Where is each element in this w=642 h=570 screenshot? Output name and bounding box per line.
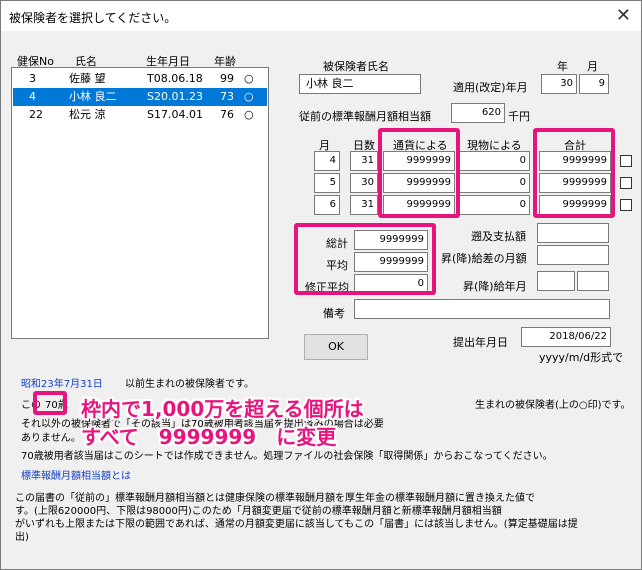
prev-amount-unit: 千円	[508, 110, 530, 123]
submit-date-field[interactable]: 2018/06/22	[521, 327, 611, 347]
highlight-frame-totals	[294, 223, 436, 295]
apply-month-field[interactable]: 9	[579, 74, 609, 94]
row-checkbox-6[interactable]	[620, 199, 632, 211]
submit-date-label: 提出年月日	[453, 336, 508, 349]
pay-diff-label: 昇(降)給差の月額	[441, 252, 527, 265]
marker-circle-icon: ○	[244, 72, 254, 85]
year-label: 年	[557, 60, 568, 73]
dialog-window: 被保険者を選択してください。 ✕ 健保No 氏名 生年月日 年齢 3 佐藤 望 …	[0, 0, 642, 570]
note-heading: 標準報酬月額相当額とは	[21, 471, 131, 482]
annotation-line-2: すべて 9999999 に変更	[81, 425, 337, 449]
apply-year-field[interactable]: 30	[541, 74, 577, 94]
list-item[interactable]: 22 松元 涼 S17.04.01 76 ○	[13, 106, 267, 124]
prev-amount-label: 従前の標準報酬月額相当額	[299, 110, 431, 123]
list-item-selected[interactable]: 4 小林 良二 S20.01.23 73 ○	[13, 88, 267, 106]
remarks-label: 備考	[323, 307, 345, 320]
note-line-2-right: 生まれの被保険者(上の○印)です。	[475, 400, 631, 411]
insured-name-label: 被保険者氏名	[323, 60, 389, 73]
date-format-hint: yyyy/m/d形式で	[539, 351, 624, 364]
row-days-5[interactable]: 30	[350, 173, 378, 193]
ok-button[interactable]: OK	[304, 334, 368, 360]
raise-year-field[interactable]	[537, 271, 575, 291]
annotation-line-1: 枠内で1,000万を超える個所は	[81, 397, 364, 421]
list-item[interactable]: 3 佐藤 望 T08.06.18 99 ○	[13, 70, 267, 88]
raise-date-label: 昇(降)給年月	[463, 280, 527, 293]
insured-name-field[interactable]: 小林 良二	[299, 74, 421, 94]
close-icon[interactable]: ✕	[616, 5, 631, 26]
window-title: 被保険者を選択してください。	[9, 11, 177, 25]
row-checkbox-5[interactable]	[620, 177, 632, 189]
row-days-4[interactable]: 31	[350, 151, 378, 171]
highlight-frame-note	[33, 391, 67, 415]
note-para-3: がいずれも上限または下限の範囲であれば、通常の月額変更届に該当してもこの「届書」…	[15, 519, 578, 530]
row-month-5[interactable]: 5	[314, 173, 340, 193]
apply-date-label: 適用(改定)年月	[453, 81, 528, 94]
title-bar: 被保険者を選択してください。 ✕	[1, 1, 641, 31]
month-label: 月	[587, 60, 598, 73]
raise-month-field[interactable]	[577, 271, 609, 291]
row-inkind-6[interactable]: 0	[458, 195, 530, 215]
retro-pay-field[interactable]	[537, 223, 609, 243]
prev-amount-field[interactable]: 620	[451, 103, 505, 123]
retro-pay-label: 遡及支払額	[471, 230, 526, 243]
marker-circle-icon: ○	[244, 90, 254, 103]
row-days-6[interactable]: 31	[350, 195, 378, 215]
note-line-1: 以前生まれの被保険者です。	[125, 379, 254, 390]
pay-diff-field[interactable]	[537, 245, 609, 265]
remarks-field[interactable]	[354, 299, 610, 319]
row-inkind-5[interactable]: 0	[458, 173, 530, 193]
note-line-4: ありません。	[21, 433, 81, 444]
highlight-frame-total	[533, 128, 615, 218]
insured-list[interactable]: 3 佐藤 望 T08.06.18 99 ○ 4 小林 良二 S20.01.23 …	[11, 67, 269, 339]
highlight-frame-currency	[378, 128, 460, 218]
row-month-6[interactable]: 6	[314, 195, 340, 215]
row-inkind-4[interactable]: 0	[458, 151, 530, 171]
marker-circle-icon: ○	[244, 108, 254, 121]
row-month-4[interactable]: 4	[314, 151, 340, 171]
cutoff-date-text: 昭和23年7月31日	[21, 379, 103, 390]
row-checkbox-4[interactable]	[620, 155, 632, 167]
note-para-4: 出)	[15, 532, 29, 543]
